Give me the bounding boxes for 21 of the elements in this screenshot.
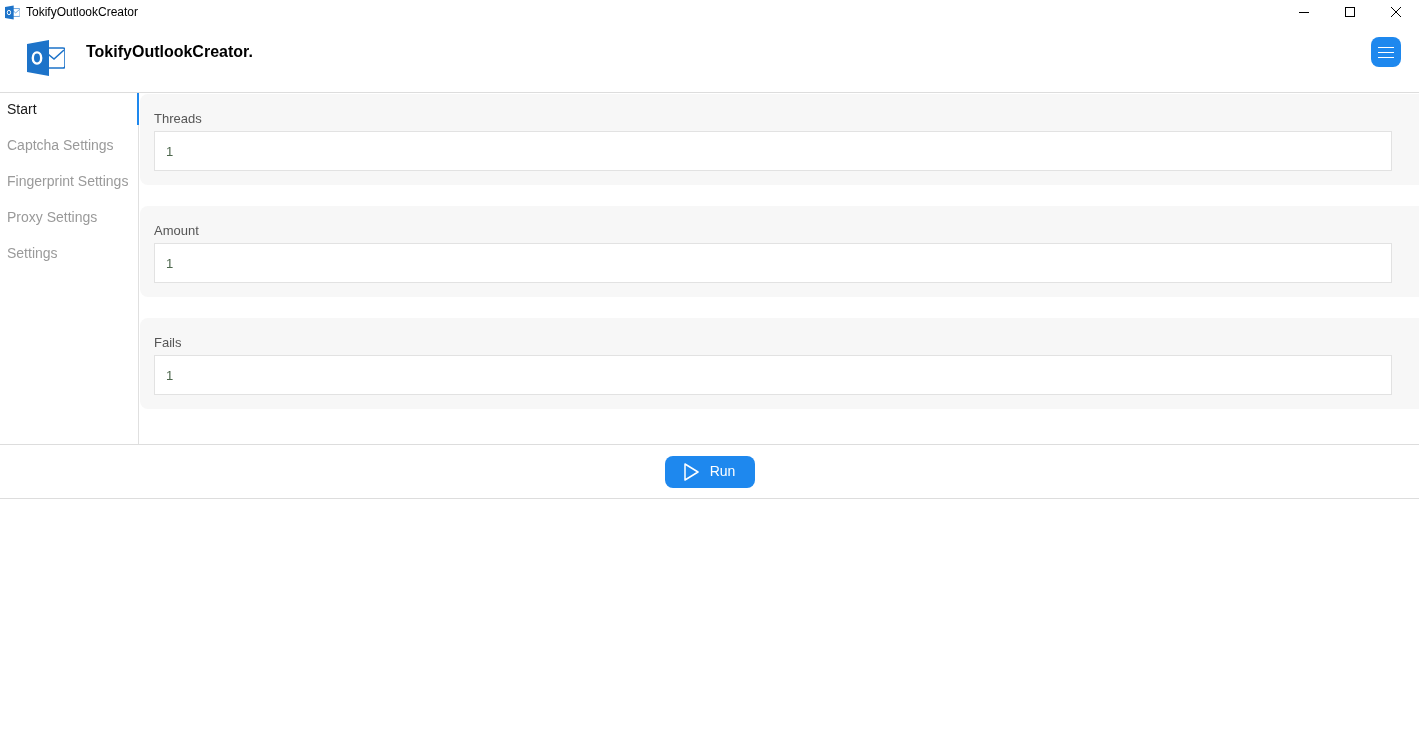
field-label: Fails xyxy=(154,334,183,351)
app-name: TokifyOutlookCreator. xyxy=(86,42,253,62)
sidebar-item[interactable]: Settings xyxy=(0,237,138,269)
sidebar-item[interactable]: Captcha Settings xyxy=(0,129,138,161)
input-field[interactable]: 1 xyxy=(154,243,1392,283)
menu-button[interactable] xyxy=(1371,37,1401,67)
play-icon xyxy=(683,462,699,481)
maximize-icon xyxy=(1345,7,1355,17)
menu-icon xyxy=(1378,46,1394,58)
close-icon xyxy=(1391,7,1401,17)
run-button[interactable]: Run xyxy=(664,455,755,488)
window-title: TokifyOutlookCreator xyxy=(26,4,139,21)
input-field[interactable]: 1 xyxy=(154,355,1392,395)
mail-logo-icon xyxy=(27,40,65,76)
input-field[interactable]: 1 xyxy=(154,131,1392,171)
field-label: Amount xyxy=(154,222,200,239)
field-label: Threads xyxy=(154,110,203,127)
sidebar-item[interactable]: Fingerprint Settings xyxy=(0,165,138,197)
app-icon xyxy=(5,4,20,20)
minimize-icon xyxy=(1299,11,1309,13)
sidebar-item[interactable]: Proxy Settings xyxy=(0,201,138,233)
